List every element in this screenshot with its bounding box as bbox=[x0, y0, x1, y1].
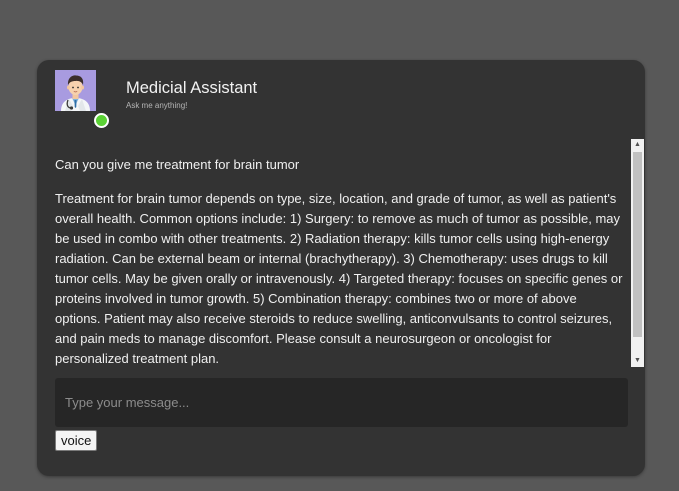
online-status-indicator bbox=[94, 113, 109, 128]
chat-subtitle: Ask me anything! bbox=[126, 101, 188, 110]
voice-button[interactable]: voice bbox=[55, 430, 98, 451]
scrollbar-thumb[interactable] bbox=[633, 152, 642, 337]
message-input[interactable] bbox=[55, 378, 628, 427]
chat-card: Medicial Assistant Ask me anything! Can … bbox=[37, 60, 645, 476]
scroll-up-arrow-icon[interactable]: ▲ bbox=[631, 139, 644, 151]
doctor-avatar-icon bbox=[55, 70, 96, 111]
avatar bbox=[55, 70, 109, 128]
assistant-message: Treatment for brain tumor depends on typ… bbox=[55, 191, 623, 366]
message-list-scrollbar[interactable]: ▲ ▼ bbox=[631, 139, 644, 367]
message-list[interactable]: Can you give me treatment for brain tumo… bbox=[55, 139, 630, 367]
user-message: Can you give me treatment for brain tumo… bbox=[55, 157, 300, 172]
scroll-down-arrow-icon[interactable]: ▼ bbox=[631, 355, 644, 367]
message-input-container bbox=[55, 378, 628, 427]
chat-title: Medicial Assistant bbox=[126, 79, 258, 97]
